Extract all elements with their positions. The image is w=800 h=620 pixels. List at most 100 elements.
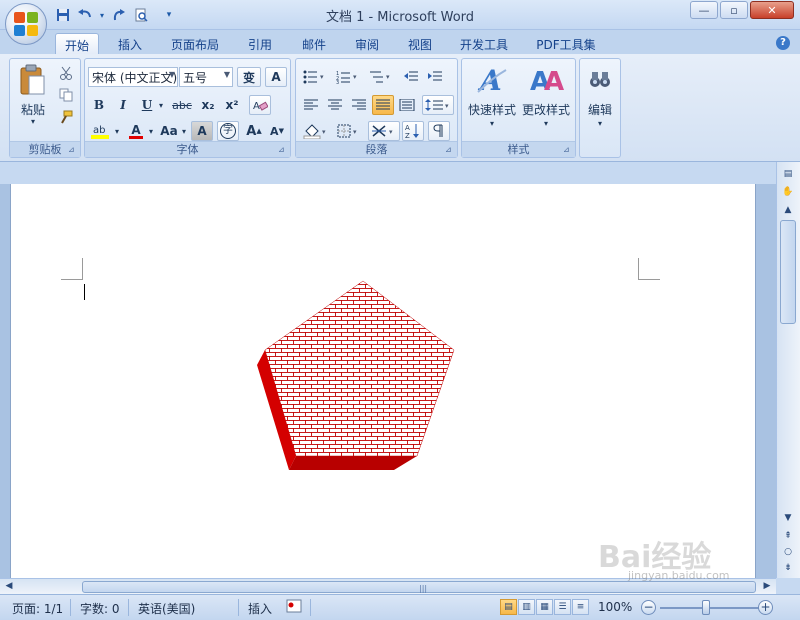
copy-icon[interactable] [56,85,76,105]
vertical-scroll-thumb[interactable] [780,220,796,324]
previous-page-icon[interactable]: ⇞ [780,528,796,544]
change-styles-label[interactable]: 更改样式 [518,101,574,118]
pentagon-shape[interactable] [11,184,757,578]
macro-record-icon[interactable] [286,599,302,616]
chevron-down-icon[interactable]: ▾ [113,121,121,141]
document-page[interactable] [10,184,756,578]
borders-icon[interactable]: ▾ [334,121,364,141]
scroll-left-icon[interactable]: ◀ [2,579,16,593]
highlight-icon[interactable]: ab [88,121,114,141]
clipboard-launcher-icon[interactable]: ⊿ [68,145,77,154]
distributed-icon[interactable] [396,95,418,115]
scroll-down-icon[interactable]: ▼ [780,510,796,526]
next-page-icon[interactable]: ⇟ [780,560,796,576]
font-launcher-icon[interactable]: ⊿ [278,145,287,154]
char-border-button[interactable]: A [265,67,287,87]
chevron-down-icon[interactable]: ▾ [180,121,188,141]
align-center-icon[interactable] [324,95,346,115]
editing-button-label[interactable]: 编辑 [580,101,620,118]
styles-launcher-icon[interactable]: ⊿ [563,145,572,154]
change-styles-icon[interactable]: AA [524,63,568,97]
format-painter-icon[interactable] [56,107,76,127]
quick-styles-icon[interactable]: A [470,63,514,97]
bold-button[interactable]: B [88,95,110,115]
tab-references[interactable]: 引用 [240,33,280,54]
zoom-in-icon[interactable]: + [758,600,773,615]
chevron-down-icon[interactable]: ▾ [157,95,165,115]
vertical-scrollbar[interactable]: ▤ ✋ ▲ ▼ ⇞ ○ ⇟ [776,162,800,578]
tab-insert[interactable]: 插入 [110,33,150,54]
word-count[interactable]: 字数: 0 [80,600,120,617]
multilevel-list-icon[interactable]: ▾ [366,67,396,87]
align-right-icon[interactable] [348,95,370,115]
clear-format-icon[interactable]: A [249,95,271,115]
show-marks-icon[interactable] [428,121,450,141]
scroll-right-icon[interactable]: ▶ [760,579,774,593]
align-left-icon[interactable] [300,95,322,115]
tab-pdf-tools[interactable]: PDF工具集 [530,33,602,54]
subscript-button[interactable]: x₂ [197,95,219,115]
scroll-up-icon[interactable]: ▲ [780,202,796,218]
paste-dropdown-icon[interactable]: ▾ [16,117,50,126]
horizontal-scroll-thumb[interactable]: ||| [82,581,756,593]
tab-page-layout[interactable]: 页面布局 [164,33,226,54]
chevron-down-icon[interactable]: ▾ [580,119,620,128]
zoom-level[interactable]: 100% [598,600,632,614]
char-shading-button[interactable]: A [191,121,213,141]
tab-mailings[interactable]: 邮件 [294,33,334,54]
close-button[interactable]: ✕ [750,1,794,19]
zoom-out-icon[interactable]: − [641,600,656,615]
sort-icon[interactable]: AZ [402,121,424,141]
full-screen-view-icon[interactable]: ▥ [518,599,535,615]
tab-home[interactable]: 开始 [55,33,99,54]
numbering-icon[interactable]: 1 2 3 ▾ [333,67,363,87]
language-indicator[interactable]: 英语(美国) [138,600,195,617]
chevron-down-icon[interactable]: ▾ [464,119,520,128]
paragraph-launcher-icon[interactable]: ⊿ [445,145,454,154]
browse-object-icon[interactable]: ○ [780,544,796,560]
zoom-slider-track[interactable] [660,607,760,609]
minimize-button[interactable]: — [690,1,718,19]
chevron-down-icon[interactable]: ▾ [147,121,155,141]
draft-view-icon[interactable]: ≡ [572,599,589,615]
ruler-toggle-icon[interactable]: ▤ [780,166,796,182]
font-size-combo[interactable]: 五号 ▼ [179,67,233,87]
web-layout-view-icon[interactable]: ▦ [536,599,553,615]
outline-view-icon[interactable]: ☰ [554,599,571,615]
bullets-icon[interactable]: ▾ [300,67,330,87]
paste-icon[interactable] [16,63,48,97]
superscript-button[interactable]: x² [221,95,243,115]
italic-button[interactable]: I [112,95,134,115]
tab-developer[interactable]: 开发工具 [453,33,515,54]
page-count[interactable]: 页面: 1/1 [12,600,63,617]
shading-icon[interactable]: ▾ [300,121,332,141]
grow-font-button[interactable]: A ▲ [243,121,265,141]
insert-mode-indicator[interactable]: 插入 [248,600,272,617]
cut-icon[interactable] [56,63,76,83]
office-button[interactable] [5,3,47,45]
font-color-button[interactable]: A [125,121,147,141]
justify-icon[interactable] [372,95,394,115]
pan-hand-icon[interactable]: ✋ [780,184,796,200]
chinese-layout-icon[interactable]: ▾ [368,121,400,141]
quick-styles-label[interactable]: 快速样式 [464,101,520,118]
tab-view[interactable]: 视图 [400,33,440,54]
zoom-slider-handle[interactable] [702,600,710,615]
tab-review[interactable]: 审阅 [347,33,387,54]
chevron-down-icon[interactable]: ▾ [518,119,574,128]
paste-button-label[interactable]: 粘贴 [16,101,50,118]
print-layout-view-icon[interactable]: ▤ [500,599,517,615]
change-case-button[interactable]: Aa [157,121,181,141]
help-icon[interactable]: ? [776,36,790,50]
decrease-indent-icon[interactable] [400,67,422,87]
strikethrough-button[interactable]: abc [169,95,195,115]
underline-button[interactable]: U [136,95,158,115]
phonetic-guide-button[interactable]: 变 [237,67,261,87]
shrink-font-button[interactable]: A ▼ [266,121,288,141]
line-spacing-icon[interactable]: ▾ [422,95,454,115]
restore-button[interactable]: ▫ [720,1,748,19]
increase-indent-icon[interactable] [424,67,446,87]
font-name-combo[interactable]: 宋体 (中文正文) ▼ [88,67,178,87]
enclose-char-button[interactable]: 字 [217,121,239,141]
binoculars-icon[interactable] [585,65,615,93]
